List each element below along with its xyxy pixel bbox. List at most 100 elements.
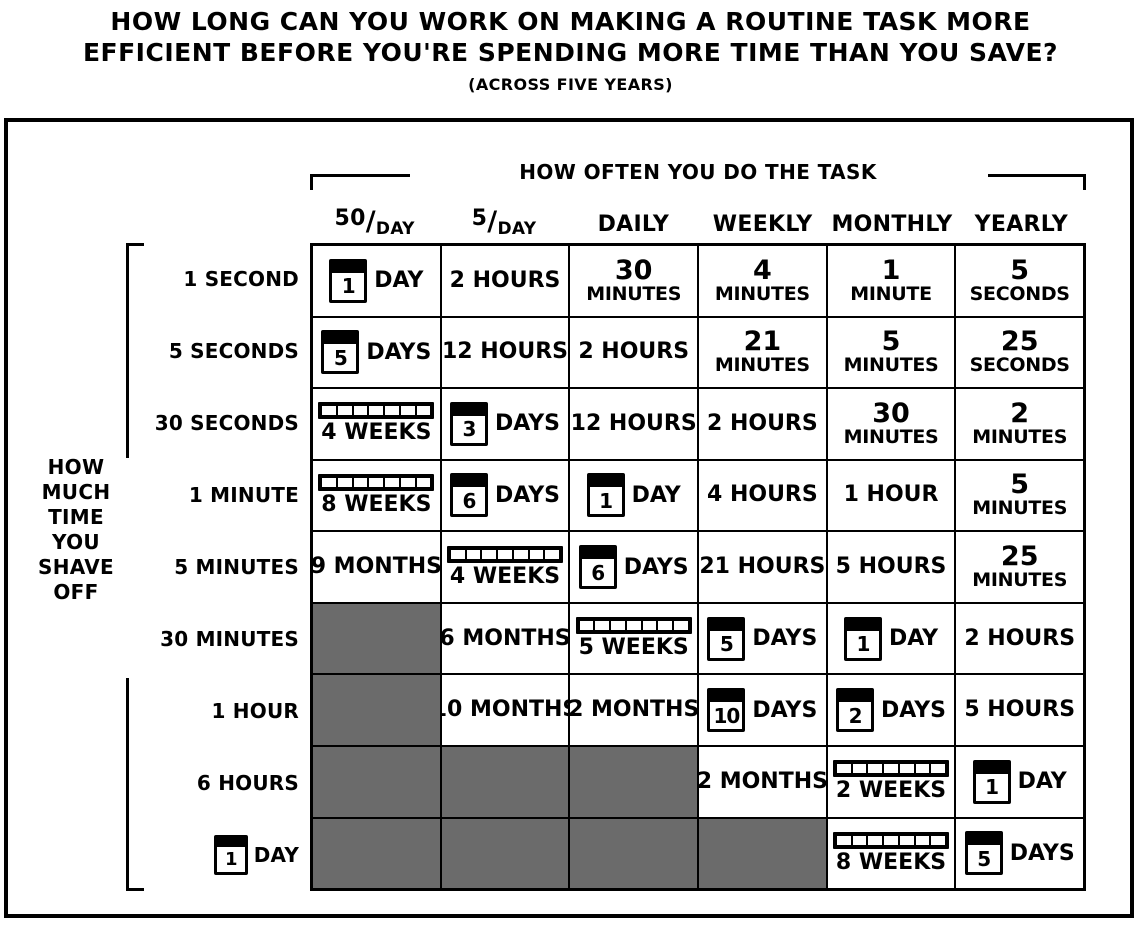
row-header-1-hour: 1 HOUR	[150, 675, 305, 747]
row-header-column: 1 SECOND 5 SECONDS 30 SECONDS 1 MINUTE 5 MIN…	[150, 243, 305, 891]
calendar-value: 5 DAYS	[707, 616, 817, 661]
cell-value-unit: MINUTES	[714, 354, 810, 377]
calendar-icon-header	[332, 261, 365, 273]
calendar-icon: 1	[213, 835, 248, 875]
cell-value-label: 12 HOURS	[570, 410, 697, 436]
row-axis-label-word: YOU	[52, 530, 100, 554]
calendar-value: 1 DAY	[972, 759, 1067, 804]
table-cell-value: 4 HOURS	[699, 460, 828, 531]
column-header-label: DAILY	[597, 212, 670, 237]
table-cell-days: 5 DAYS	[313, 317, 442, 388]
column-header-weekly: WEEKLY	[698, 190, 827, 238]
row-header-30-minutes: 30 MINUTES	[150, 603, 305, 675]
week-strip-day-icon	[868, 764, 883, 774]
table-cell-value: 5 HOURS	[956, 675, 1083, 745]
bracket-bar-right	[988, 174, 1086, 177]
week-strip-day-icon	[595, 621, 610, 631]
calendar-icon-number: 6	[591, 560, 605, 585]
column-axis-label: HOW OFTEN YOU DO THE TASK	[519, 160, 877, 184]
cell-value-label: 2 MONTHS	[570, 697, 700, 723]
cell-value-number: 21	[743, 326, 782, 358]
calendar-unit-label: DAYS	[1009, 840, 1075, 866]
week-strip-day-icon	[852, 764, 867, 774]
row-header-1-day: 1 DAY	[150, 819, 305, 891]
table-cell-empty	[699, 818, 828, 889]
week-strip-day-icon	[852, 835, 867, 845]
calendar-icon-number: 10	[713, 703, 740, 728]
week-strip-day-icon	[400, 406, 415, 416]
calendar-icon: 5	[321, 330, 360, 375]
table-cell-weeks: 4 WEEKS	[313, 389, 442, 459]
column-header-row: 50/DAY 5/DAY DAILY WEEKLY MONTHLY YEARLY	[310, 190, 1086, 239]
table-cell-weeks: 2 WEEKS	[828, 746, 957, 817]
table-cell-value: 6 MONTHS	[442, 603, 571, 674]
cell-value-label: 10 MONTHS	[442, 697, 571, 723]
fraction-denominator: DAY	[497, 219, 537, 239]
calendar-unit-label: DAY	[253, 843, 299, 867]
week-strip-day-icon	[915, 764, 930, 774]
cell-value-number: 5	[1010, 254, 1030, 286]
week-strip-day-icon	[451, 549, 465, 559]
cell-value-label: 2 MONTHS	[699, 768, 828, 794]
calendar-icon: 6	[578, 545, 617, 590]
table-cell-empty	[570, 818, 700, 889]
week-strip-icon	[833, 831, 950, 849]
calendar-icon-header	[975, 762, 1008, 774]
week-strip-day-icon	[626, 621, 641, 631]
week-strip-day-icon	[353, 477, 368, 487]
calendar-value: 5 DAYS	[321, 330, 431, 375]
week-strip-day-icon	[416, 406, 431, 416]
weeks-value: 8 WEEKS	[318, 473, 435, 517]
row-axis-label-word: MUCH	[41, 480, 111, 504]
bracket-tick-right	[1083, 174, 1086, 190]
week-strip-day-icon	[611, 621, 625, 631]
calendar-unit-label: DAY	[888, 626, 939, 652]
table-cell-value: 30 MINUTES	[570, 246, 700, 316]
calendar-value: 1 DAY	[586, 473, 681, 518]
title-line-2: EFFICIENT BEFORE YOU'RE SPENDING MORE TI…	[82, 38, 1059, 67]
calendar-icon-header	[324, 333, 357, 345]
calendar-unit-label: DAY	[374, 268, 424, 294]
row-header-1-second: 1 SECOND	[150, 243, 305, 315]
weeks-label: 8 WEEKS	[321, 491, 432, 517]
calendar-icon-number: 5	[333, 345, 348, 370]
calendar-value: 3 DAYS	[450, 401, 560, 446]
week-strip-day-icon	[385, 406, 399, 416]
table-cell-value: 12 HOURS	[442, 317, 571, 388]
table-cell-days: 3 DAYS	[442, 389, 571, 459]
row-header-label: 1 SECOND	[183, 267, 299, 291]
table-cell-value: 5 HOURS	[828, 532, 957, 602]
cell-value-label: 4 HOURS	[706, 482, 818, 508]
calendar-icon: 1	[972, 759, 1011, 804]
table-cell-weeks: 5 WEEKS	[570, 603, 700, 674]
table-cell-value: 25 SECONDS	[956, 318, 1083, 388]
table-cell-empty	[441, 746, 571, 817]
row-header-1-minute: 1 MINUTE	[150, 459, 305, 531]
table-cell-empty	[313, 746, 442, 817]
calendar-unit-label: DAYS	[495, 411, 560, 437]
column-header-fraction: 50/DAY	[335, 206, 415, 239]
fraction-slash-icon: /	[487, 206, 498, 237]
table-cell-value: 2 HOURS	[699, 389, 828, 459]
week-strip-day-icon	[353, 406, 368, 416]
cell-value-number: 25	[1000, 326, 1039, 358]
calendar-icon-header	[216, 838, 245, 847]
row-header-label: 1 HOUR	[211, 699, 299, 723]
column-header-label: YEARLY	[974, 212, 1068, 237]
table-row: 6 MONTHS 5 WEEKS 5 DAYS 1 DAY 2 HOURS	[313, 603, 1083, 676]
cell-value-label: 2 HOURS	[578, 339, 690, 365]
table-cell-value: 5 SECONDS	[956, 246, 1083, 316]
row-header-label: 30 MINUTES	[160, 627, 299, 651]
calendar-icon-number: 2	[848, 703, 863, 728]
chart-title-block: HOW LONG CAN YOU WORK ON MAKING A ROUTIN…	[0, 6, 1141, 96]
payoff-grid-table: 1 DAY 2 HOURS 30 MINUTES 4 MINUTES 1 MINUTE 5 SECO…	[310, 243, 1086, 891]
cell-value-label: 9 MONTHS	[313, 554, 442, 580]
table-cell-days: 6 DAYS	[570, 532, 700, 602]
calendar-icon-header	[589, 476, 622, 488]
week-strip-day-icon	[673, 621, 688, 631]
table-cell-value: 2 HOURS	[956, 604, 1083, 674]
calendar-value: 6 DAYS	[578, 545, 689, 590]
column-header-monthly: MONTHLY	[827, 190, 956, 238]
column-header-yearly: YEARLY	[957, 190, 1086, 238]
week-strip-day-icon	[513, 549, 528, 559]
